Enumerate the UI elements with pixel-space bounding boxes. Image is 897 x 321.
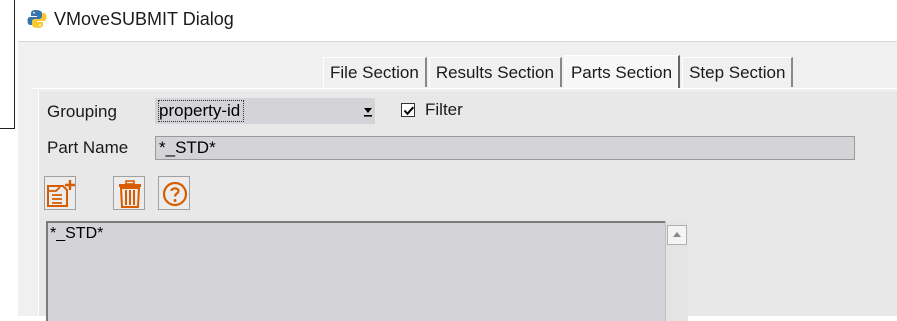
- list-item[interactable]: *_STD*: [50, 225, 103, 243]
- dialog-body: File Section Results Section Parts Secti…: [18, 41, 897, 321]
- tab-panel-divider: [32, 88, 897, 89]
- add-document-icon: [47, 180, 75, 207]
- tab-file-section[interactable]: File Section: [323, 57, 427, 87]
- checkmark-icon: [403, 106, 415, 116]
- title-bar: VMoveSUBMIT Dialog: [18, 0, 897, 40]
- part-name-label: Part Name: [47, 138, 129, 157]
- grouping-dropdown[interactable]: property-id: [155, 98, 375, 124]
- help-button[interactable]: [158, 176, 190, 210]
- add-part-button[interactable]: [44, 176, 76, 210]
- background-window-edge: [0, 0, 15, 129]
- python-logo-icon: [27, 9, 47, 29]
- chevron-down-icon[interactable]: [359, 98, 377, 122]
- trash-icon: [119, 180, 141, 208]
- filter-label: Filter: [425, 100, 463, 119]
- grouping-label: Grouping: [47, 102, 117, 121]
- grouping-selected-value: property-id: [158, 100, 245, 122]
- parts-listbox[interactable]: *_STD*: [46, 221, 676, 321]
- scroll-up-button[interactable]: [667, 225, 687, 245]
- tab-step-section[interactable]: Step Section: [682, 57, 794, 87]
- help-icon: [162, 181, 188, 207]
- filter-checkbox[interactable]: [401, 103, 415, 117]
- parts-section-panel: Grouping property-id Filter Part Name *_…: [38, 91, 897, 321]
- part-name-input[interactable]: [155, 136, 855, 160]
- delete-part-button[interactable]: [113, 176, 145, 210]
- arrow-up-icon: [673, 232, 681, 237]
- window-title: VMoveSUBMIT Dialog: [54, 9, 234, 29]
- section-tabs: File Section Results Section Parts Secti…: [323, 55, 795, 89]
- tab-results-section[interactable]: Results Section: [428, 57, 562, 87]
- tab-parts-section[interactable]: Parts Section: [563, 55, 681, 88]
- parts-list-scrollbar[interactable]: [665, 221, 688, 321]
